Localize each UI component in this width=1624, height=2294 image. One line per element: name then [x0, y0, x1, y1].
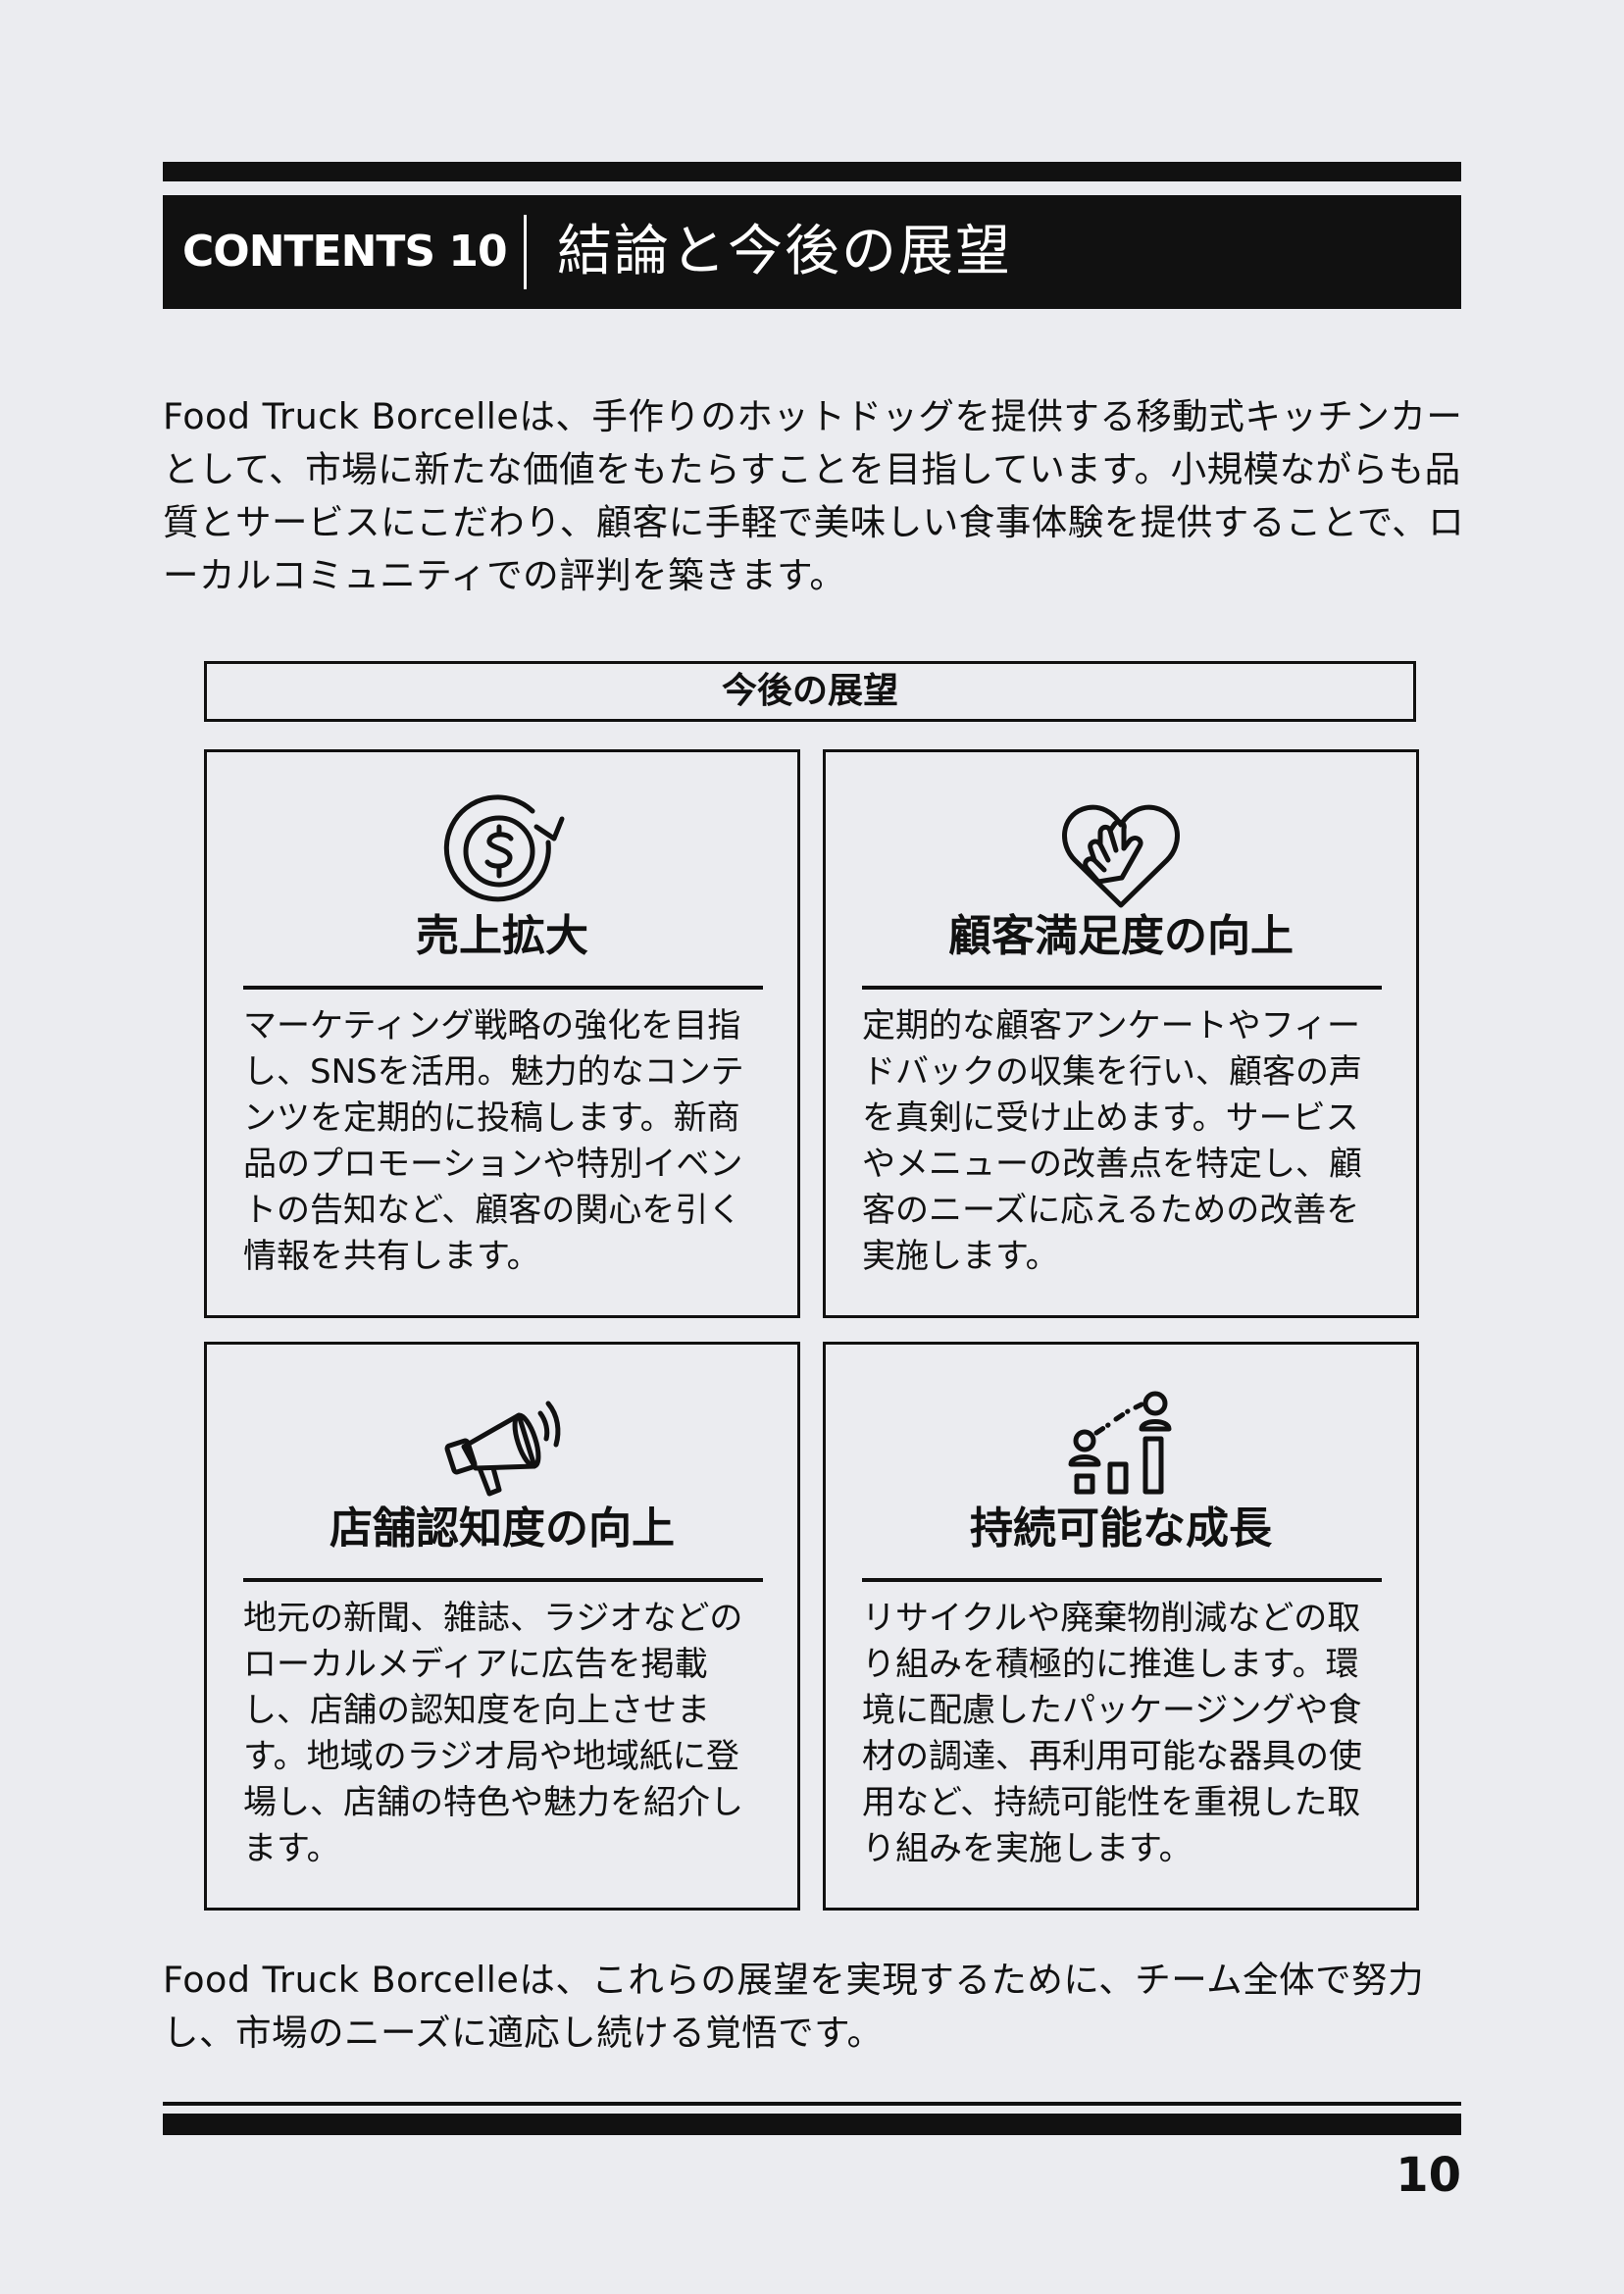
card-title: 持続可能な成長: [970, 1504, 1272, 1554]
heart-hand-icon: [1057, 788, 1185, 915]
dollar-cycle-icon: [438, 788, 566, 915]
outlook-card-sustainability: 持続可能な成長 リサイクルや廃棄物削減などの取り組みを積極的に推進します。環境に…: [823, 1342, 1419, 1911]
header-separator: [524, 215, 527, 289]
outlook-heading: 今後の展望: [204, 661, 1416, 722]
growth-people-icon: [1057, 1380, 1185, 1507]
section-title: 結論と今後の展望: [557, 220, 1012, 283]
card-body: リサイクルや廃棄物削減などの取り組みを積極的に推進します。環境に配慮したパッケー…: [862, 1599, 1362, 1868]
card-title-rule: [243, 1578, 763, 1582]
card-body: 地元の新聞、雑誌、ラジオなどのローカルメディアに広告を掲載し、店舗の認知度を向上…: [243, 1599, 743, 1868]
card-title: 店舗認知度の向上: [330, 1504, 675, 1554]
outlook-card-awareness: 店舗認知度の向上 地元の新聞、雑誌、ラジオなどのローカルメディアに広告を掲載し、…: [204, 1342, 800, 1911]
card-title-rule: [862, 1578, 1382, 1582]
megaphone-icon: [438, 1380, 566, 1507]
intro-paragraph: Food Truck Borcelleは、手作りのホットドッグを提供する移動式キ…: [163, 395, 1465, 596]
outlook-card-satisfaction: 顧客満足度の向上 定期的な顧客アンケートやフィードバックの収集を行い、顧客の声を…: [823, 749, 1419, 1318]
card-body: 定期的な顧客アンケートやフィードバックの収集を行い、顧客の声を真剣に受け止めます…: [862, 1006, 1362, 1276]
page-number: 10: [1396, 2148, 1461, 2203]
top-divider-bar: [163, 162, 1461, 181]
outlook-card-sales: 売上拡大 マーケティング戦略の強化を目指し、SNSを活用。魅力的なコンテンツを定…: [204, 749, 800, 1318]
bottom-divider-bar: [163, 2114, 1461, 2135]
card-title-rule: [862, 986, 1382, 990]
closing-paragraph: Food Truck Borcelleは、これらの展望を実現するために、チーム全…: [163, 1959, 1425, 2054]
card-title-rule: [243, 986, 763, 990]
card-title: 顧客満足度の向上: [948, 911, 1294, 961]
section-label: CONTENTS 10: [182, 227, 508, 277]
card-title: 売上拡大: [416, 911, 588, 961]
section-header: CONTENTS 10 結論と今後の展望: [163, 195, 1461, 309]
card-body: マーケティング戦略の強化を目指し、SNSを活用。魅力的なコンテンツを定期的に投稿…: [243, 1006, 744, 1276]
bottom-divider-thin: [163, 2102, 1461, 2106]
